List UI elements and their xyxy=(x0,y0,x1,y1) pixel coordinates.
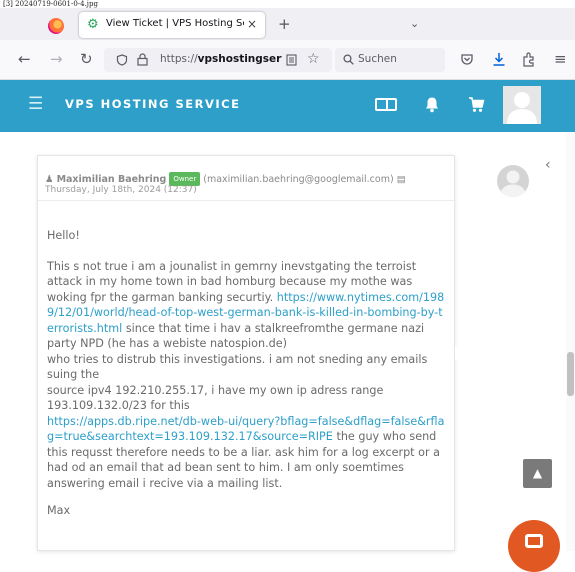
tab-strip: ⚙ View Ticket | VPS Hosting Servic × + ⌄ xyxy=(0,8,575,40)
firefox-logo-icon xyxy=(48,18,64,34)
back-button[interactable]: ← xyxy=(18,51,31,67)
search-placeholder: Suchen xyxy=(358,53,397,65)
user-icon: ♟ xyxy=(45,174,54,185)
ticket-message-card: ♟ Maximilian Baehring Owner (maximilian.… xyxy=(37,155,456,551)
reload-button[interactable]: ↻ xyxy=(80,51,93,67)
notification-bell-icon[interactable] xyxy=(424,96,440,113)
message-text: source ipv4 192.210.255.17, i have my ow… xyxy=(47,383,384,413)
site-brand[interactable]: VPS HOSTING SERVICE xyxy=(65,97,240,111)
tab-title: View Ticket | VPS Hosting Servic xyxy=(106,18,244,29)
back-to-top-button[interactable]: ▲ xyxy=(523,459,552,488)
pocket-icon[interactable] xyxy=(460,53,474,67)
shield-icon xyxy=(116,54,128,66)
user-silhouette-icon xyxy=(500,170,526,197)
signature: Max xyxy=(47,504,71,517)
extensions-icon[interactable] xyxy=(522,52,536,67)
page-scrollbar[interactable] xyxy=(566,132,575,551)
lock-icon xyxy=(137,53,148,66)
message-paragraph: This s not true i am a jounalist in gemr… xyxy=(47,259,449,492)
browser-tab[interactable]: ⚙ View Ticket | VPS Hosting Servic × xyxy=(79,12,265,38)
message-header: ♟ Maximilian Baehring Owner (maximilian.… xyxy=(45,172,450,186)
site-header: ☰ VPS HOSTING SERVICE xyxy=(0,80,575,132)
download-icon[interactable] xyxy=(492,52,506,67)
card-pointer-arrow xyxy=(455,345,463,361)
contact-card-icon: ▤ xyxy=(396,174,406,185)
shopping-cart-icon[interactable] xyxy=(468,96,485,113)
navigation-bar: ← → ↻ https://vpshostingserv ☆ Suchen ≡ xyxy=(0,40,575,80)
header-divider xyxy=(38,200,456,201)
user-avatar[interactable] xyxy=(503,86,541,124)
language-icon[interactable] xyxy=(375,98,397,111)
chat-bubble-icon xyxy=(525,534,543,548)
tab-close-button[interactable]: × xyxy=(247,17,257,31)
message-text: who tries to distrub this investigations… xyxy=(47,352,428,382)
tab-list-chevron-icon[interactable]: ⌄ xyxy=(410,17,419,30)
address-bar[interactable]: https://vpshostingserv ☆ xyxy=(104,48,332,72)
message-date: Thursday, July 18th, 2024 (12:37) xyxy=(45,185,197,195)
url-text: https://vpshostingserv xyxy=(160,53,282,65)
app-menu-icon[interactable]: ≡ xyxy=(554,51,567,67)
owner-badge: Owner xyxy=(169,172,201,186)
author-email: (maximilian.baehring@googlemail.com) xyxy=(203,174,394,185)
collapse-chevron-icon[interactable]: ‹ xyxy=(545,157,551,173)
search-input[interactable]: Suchen xyxy=(335,48,445,72)
user-silhouette-icon xyxy=(507,92,537,124)
image-caption: [3] 20240719-0601-0-4.jpg xyxy=(3,0,98,8)
menu-toggle-icon[interactable]: ☰ xyxy=(28,94,43,114)
new-tab-button[interactable]: + xyxy=(278,17,291,32)
search-icon xyxy=(343,54,354,65)
site-favicon-icon: ⚙ xyxy=(87,17,99,32)
message-body: Hello! This s not true i am a jounalist … xyxy=(47,228,449,534)
live-chat-button[interactable] xyxy=(508,520,560,572)
scrollbar-thumb[interactable] xyxy=(567,352,574,396)
message-author: Maximilian Baehring xyxy=(56,174,167,185)
forward-button[interactable]: → xyxy=(50,51,63,67)
greeting: Hello! xyxy=(47,229,80,242)
staff-avatar xyxy=(497,165,529,197)
bookmark-star-icon[interactable]: ☆ xyxy=(307,51,320,67)
reader-view-icon[interactable] xyxy=(286,54,297,66)
